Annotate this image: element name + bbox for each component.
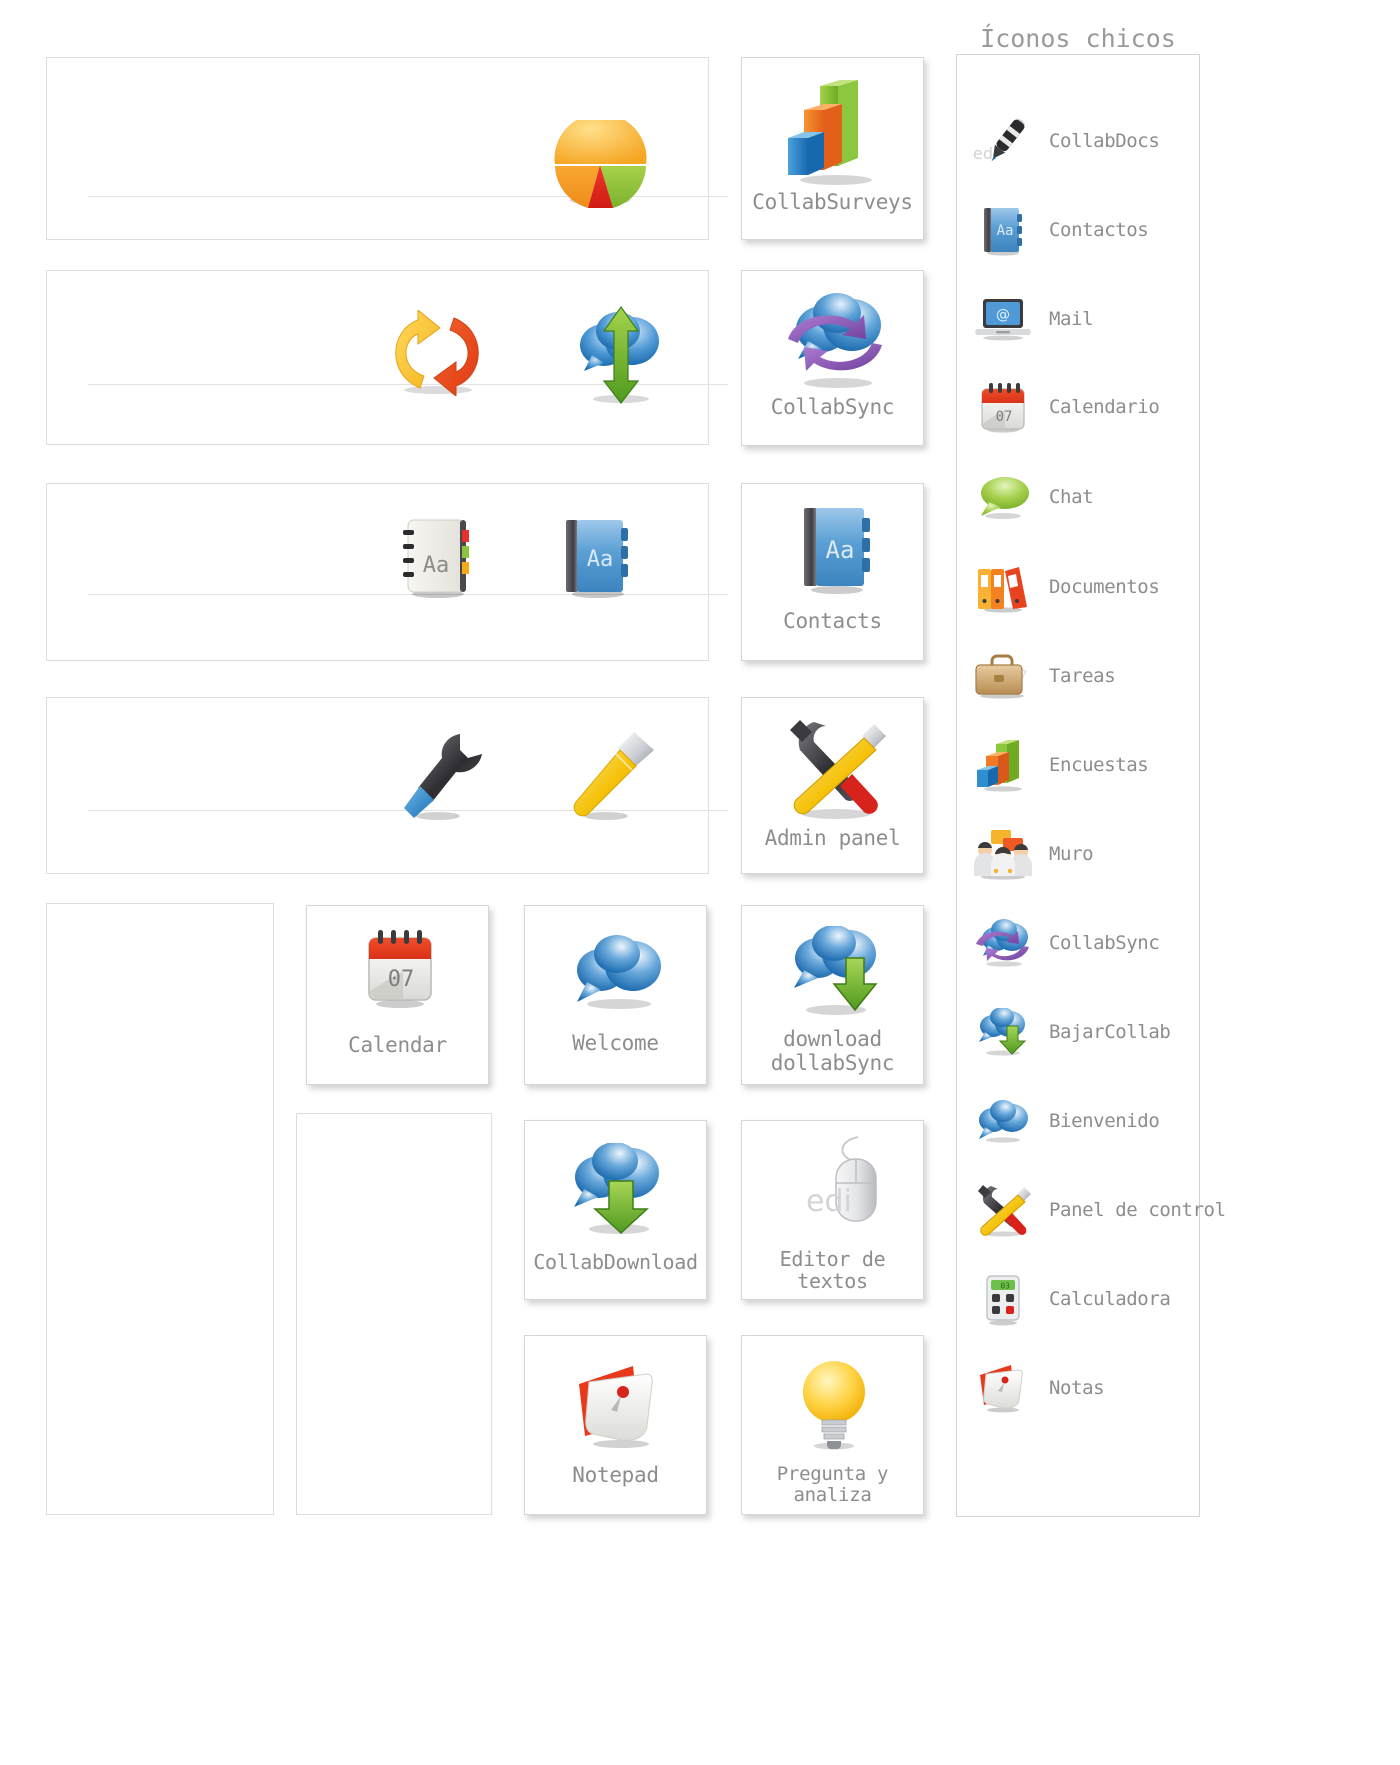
card-label: CollabSurveys <box>752 190 913 214</box>
svg-text:03: 03 <box>1000 1282 1010 1291</box>
notepad-big-icon <box>571 1362 667 1450</box>
svg-text:edi: edi <box>806 1184 852 1219</box>
refresh-arrows-icon <box>378 308 498 398</box>
card-welcome[interactable]: Welcome <box>524 905 707 1085</box>
sidebar-item-label: Notas <box>1049 1377 1105 1399</box>
cloud-download-icon <box>957 1002 1049 1062</box>
card-label: Notepad <box>572 1463 659 1487</box>
sidebar-item-mail[interactable]: @ Mail <box>957 275 1201 363</box>
sidebar-item-label: Panel de control <box>1049 1199 1226 1221</box>
mouse-edi-icon: edi <box>780 1135 890 1235</box>
cloud-sync-icon <box>957 913 1049 973</box>
sidebar-title: Íconos chicos <box>980 24 1176 53</box>
sidebar-item-label: BajarCollab <box>1049 1021 1171 1043</box>
sidebar-item-collabdocs[interactable]: edi CollabDocs <box>957 97 1201 185</box>
cloud-download-big2-icon <box>567 1142 667 1235</box>
card-label: download dollabSync <box>770 1027 895 1075</box>
pie-chart-3d-icon <box>551 113 651 210</box>
sidebar-item-label: Bienvenido <box>1049 1110 1160 1132</box>
calendar-icon: 07 <box>957 377 1049 437</box>
sidebar-item-label: Calculadora <box>1049 1288 1171 1310</box>
sidebar-panel: edi CollabDocs Aa Contactos @ Mail 07 Ca… <box>956 54 1226 1517</box>
bar-chart-icon <box>957 735 1049 795</box>
sidebar-item-bajarcollab[interactable]: BajarCollab <box>957 988 1201 1076</box>
sidebar-item-label: Calendario <box>1049 396 1160 418</box>
card-editor-de-textos[interactable]: edi Editor de textos <box>741 1120 924 1300</box>
sidebar-item-label: Documentos <box>1049 576 1160 598</box>
sidebar-item-label: Encuestas <box>1049 754 1149 776</box>
laptop-mail-icon: @ <box>957 289 1049 349</box>
cloud-big-icon <box>567 932 667 1010</box>
bar-chart-3d-icon <box>784 80 884 185</box>
card-admin-panel[interactable]: Admin panel <box>741 697 924 874</box>
card-label: Calendar <box>348 1033 447 1057</box>
briefcase-icon <box>957 646 1049 706</box>
notes-icon <box>957 1358 1049 1418</box>
svg-text:@: @ <box>996 307 1010 323</box>
pen-icon: edi <box>957 111 1049 171</box>
speech-bubble-icon <box>957 467 1049 527</box>
grid-empty-col0-box <box>46 903 274 1515</box>
card-calendar[interactable]: 07 Calendar <box>306 905 489 1085</box>
wrench-icon <box>398 730 490 822</box>
card-label: CollabDownload <box>533 1250 698 1274</box>
calculator-icon: 03 <box>957 1269 1049 1329</box>
svg-text:07: 07 <box>388 967 415 992</box>
book-aa-big-icon: Aa <box>798 504 876 596</box>
card-collabdownload[interactable]: CollabDownload <box>524 1120 707 1300</box>
card-notepad[interactable]: Notepad <box>524 1335 707 1515</box>
sidebar-item-bienvenido[interactable]: Bienvenido <box>957 1077 1201 1165</box>
cloud-download-big-icon <box>786 925 884 1016</box>
card-label: Welcome <box>572 1031 659 1055</box>
card-label: Editor de textos <box>779 1247 886 1294</box>
book-aa-blue-icon: Aa <box>560 516 636 598</box>
svg-text:Aa: Aa <box>587 547 614 572</box>
card-label: Pregunta y analiza <box>776 1463 889 1507</box>
notebook-aa-icon: Aa <box>400 516 476 598</box>
sidebar-item-label: Mail <box>1049 308 1094 330</box>
sidebar-item-muro[interactable]: Muro <box>957 810 1201 898</box>
sidebar-item-collabsync[interactable]: CollabSync <box>957 899 1201 987</box>
sidebar-item-notas[interactable]: Notas <box>957 1344 1201 1432</box>
sidebar-item-label: Tareas <box>1049 665 1116 687</box>
lightbulb-icon <box>798 1356 870 1450</box>
sidebar-item-contactos[interactable]: Aa Contactos <box>957 186 1201 274</box>
binders-icon <box>957 557 1049 617</box>
card-label: CollabSync <box>770 395 895 419</box>
card-contacts[interactable]: Aa Contacts <box>741 483 924 661</box>
calendar-big-icon: 07 <box>363 928 437 1008</box>
sidebar-item-label: Chat <box>1049 486 1094 508</box>
sidebar-item-label: Contactos <box>1049 219 1149 241</box>
sidebar-item-label: CollabDocs <box>1049 130 1160 152</box>
sidebar-item-label: CollabSync <box>1049 932 1160 954</box>
screwdriver-icon <box>566 730 658 822</box>
svg-text:07: 07 <box>996 409 1013 425</box>
tools-big-icon <box>778 718 892 822</box>
sidebar-item-calendario[interactable]: 07 Calendario <box>957 363 1201 451</box>
people-group-icon <box>957 824 1049 884</box>
cloud-sync-big-icon <box>782 287 890 392</box>
tools-icon <box>957 1180 1049 1240</box>
sidebar-item-panel-de-control[interactable]: Panel de control <box>957 1166 1226 1254</box>
card-collabsync[interactable]: CollabSync <box>741 270 924 446</box>
svg-text:Aa: Aa <box>997 223 1014 239</box>
address-book-icon: Aa <box>957 200 1049 260</box>
cloud-icon <box>957 1091 1049 1151</box>
sidebar-item-label: Muro <box>1049 843 1094 865</box>
sidebar-item-documentos[interactable]: Documentos <box>957 543 1201 631</box>
sidebar-item-calculadora[interactable]: 03 Calculadora <box>957 1255 1201 1343</box>
sidebar-item-chat[interactable]: Chat <box>957 453 1201 541</box>
svg-text:Aa: Aa <box>423 553 450 578</box>
grid-empty-col1-box <box>296 1113 492 1515</box>
card-pregunta-y-analiza[interactable]: Pregunta y analiza <box>741 1335 924 1515</box>
card-label: Contacts <box>783 609 882 633</box>
card-label: Admin panel <box>764 826 901 850</box>
sidebar-item-tareas[interactable]: Tareas <box>957 632 1201 720</box>
card-download-dollabsync[interactable]: download dollabSync <box>741 905 924 1085</box>
cloud-updown-icon <box>566 305 676 405</box>
sidebar-item-encuestas[interactable]: Encuestas <box>957 721 1201 809</box>
svg-text:Aa: Aa <box>826 536 855 564</box>
card-collabsurveys[interactable]: CollabSurveys <box>741 57 924 240</box>
